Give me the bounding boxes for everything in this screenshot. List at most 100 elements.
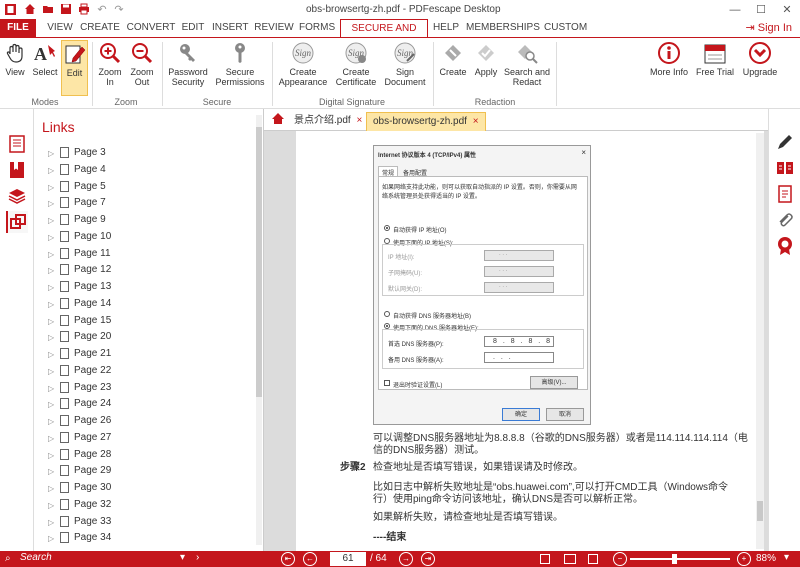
document-scrollbar[interactable] (756, 133, 764, 549)
expand-chevron-icon[interactable]: ▷ (48, 333, 54, 342)
zoom-level[interactable]: 88% (756, 553, 776, 564)
expand-chevron-icon[interactable]: ▷ (48, 149, 54, 158)
close-window-icon[interactable]: ✕ (774, 0, 800, 19)
document-scrollbar-thumb[interactable] (757, 501, 763, 521)
menu-memberships[interactable]: MEMBERSHIPS (466, 19, 540, 37)
link-item[interactable]: ▷ Page 21 (34, 346, 254, 363)
link-item[interactable]: ▷ Page 34 (34, 530, 254, 547)
print-icon[interactable] (77, 2, 91, 16)
menu-forms[interactable]: FORMS (299, 19, 335, 37)
redaction-create-button[interactable]: Create (437, 40, 469, 96)
menu-insert[interactable]: INSERT (212, 19, 249, 37)
fit-page-icon[interactable] (540, 554, 550, 564)
sign-document-button[interactable]: Sign Sign Document (382, 40, 428, 96)
sign-in-link[interactable]: ⇥ Sign In (745, 19, 792, 37)
expand-chevron-icon[interactable]: ▷ (48, 166, 54, 175)
link-item[interactable]: ▷ Page 26 (34, 413, 254, 430)
home-icon[interactable] (23, 2, 37, 16)
zoom-slider[interactable] (630, 558, 730, 560)
expand-chevron-icon[interactable]: ▷ (48, 233, 54, 242)
single-page-icon[interactable] (588, 554, 598, 564)
maximize-icon[interactable]: ☐ (748, 0, 774, 19)
expand-chevron-icon[interactable]: ▷ (48, 501, 54, 510)
expand-chevron-icon[interactable]: ▷ (48, 350, 54, 359)
zoom-slider-thumb[interactable] (672, 554, 677, 564)
search-and-redact-button[interactable]: Search and Redact (503, 40, 551, 96)
panel-scrollbar-thumb[interactable] (256, 127, 262, 397)
link-item[interactable]: ▷ Page 23 (34, 380, 254, 397)
create-appearance-button[interactable]: Sign Create Appearance (276, 40, 330, 96)
fit-width-icon[interactable] (564, 554, 576, 564)
expand-chevron-icon[interactable]: ▷ (48, 434, 54, 443)
first-page-button[interactable]: ⇤ (281, 552, 295, 566)
search-next-icon[interactable]: › (196, 552, 199, 563)
link-item[interactable]: ▷ Page 10 (34, 229, 254, 246)
certificate-badge-icon[interactable] (774, 235, 796, 257)
link-item[interactable]: ▷ Page 7 (34, 195, 254, 212)
view-mode-button[interactable]: View (2, 40, 28, 96)
expand-chevron-icon[interactable]: ▷ (48, 300, 54, 309)
link-item[interactable]: ▷ Page 30 (34, 480, 254, 497)
link-item[interactable]: ▷ Page 4 (34, 162, 254, 179)
password-security-button[interactable]: Password Security (166, 40, 210, 96)
menu-custom[interactable]: CUSTOM (544, 19, 587, 37)
menu-convert[interactable]: CONVERT (126, 19, 176, 37)
expand-chevron-icon[interactable]: ▷ (48, 183, 54, 192)
next-page-button[interactable]: → (399, 552, 413, 566)
zoom-out-button[interactable]: Zoom Out (128, 40, 156, 96)
menu-secure-and-sign[interactable]: SECURE AND SIGN (340, 19, 428, 52)
link-item[interactable]: ▷ Page 15 (34, 313, 254, 330)
expand-chevron-icon[interactable]: ▷ (48, 317, 54, 326)
expand-chevron-icon[interactable]: ▷ (48, 518, 54, 527)
select-mode-button[interactable]: A Select (30, 40, 60, 96)
link-item[interactable]: ▷ Page 32 (34, 497, 254, 514)
attachment-icon[interactable] (774, 209, 796, 231)
bookmarks-panel-icon[interactable] (6, 159, 28, 181)
link-item[interactable]: ▷ Page 29 (34, 463, 254, 480)
search-label[interactable]: Search (20, 552, 52, 563)
menu-help[interactable]: HELP (432, 19, 460, 37)
link-item[interactable]: ▷ Page 3 (34, 145, 254, 162)
expand-chevron-icon[interactable]: ▷ (48, 451, 54, 460)
open-folder-icon[interactable] (41, 2, 55, 16)
undo-icon[interactable]: ↶ (95, 2, 109, 16)
panel-scrollbar[interactable] (256, 115, 262, 545)
layers-panel-icon[interactable] (6, 185, 28, 207)
link-item[interactable]: ▷ Page 12 (34, 262, 254, 279)
menu-view[interactable]: VIEW (44, 19, 76, 37)
expand-chevron-icon[interactable]: ▷ (48, 400, 54, 409)
redo-icon[interactable]: ↷ (112, 2, 126, 16)
expand-chevron-icon[interactable]: ▷ (48, 417, 54, 426)
last-page-button[interactable]: ⇥ (421, 552, 435, 566)
pages-panel-icon[interactable] (6, 133, 28, 155)
tab-close-icon[interactable]: × (473, 116, 479, 127)
zoom-in-status-button[interactable]: + (737, 552, 751, 566)
menu-review[interactable]: REVIEW (254, 19, 294, 37)
secure-permissions-button[interactable]: Secure Permissions (214, 40, 266, 96)
expand-chevron-icon[interactable]: ▷ (48, 367, 54, 376)
link-item[interactable]: ▷ Page 9 (34, 212, 254, 229)
expand-chevron-icon[interactable]: ▷ (48, 250, 54, 259)
expand-chevron-icon[interactable]: ▷ (48, 534, 54, 543)
link-item[interactable]: ▷ Page 27 (34, 430, 254, 447)
menu-create[interactable]: CREATE (80, 19, 120, 37)
create-certificate-button[interactable]: Sign Create Certificate (332, 40, 380, 96)
previous-page-button[interactable]: ← (303, 552, 317, 566)
tab-document-1[interactable]: 景点介绍.pdf × (288, 112, 368, 131)
tab-close-icon[interactable]: × (356, 115, 362, 126)
zoom-out-status-button[interactable]: − (613, 552, 627, 566)
expand-chevron-icon[interactable]: ▷ (48, 384, 54, 393)
expand-chevron-icon[interactable]: ▷ (48, 266, 54, 275)
expand-chevron-icon[interactable]: ▷ (48, 484, 54, 493)
links-panel-icon[interactable] (6, 211, 28, 233)
tab-document-2[interactable]: obs-browsertg-zh.pdf × (366, 112, 486, 131)
more-info-button[interactable]: More Info (647, 40, 691, 96)
home-tab[interactable] (268, 112, 288, 131)
link-item[interactable]: ▷ Page 28 (34, 447, 254, 464)
zoom-in-button[interactable]: Zoom In (96, 40, 124, 96)
zoom-dropdown-icon[interactable]: ▾ (784, 552, 789, 563)
edit-mode-button[interactable]: Edit (61, 40, 88, 96)
search-dropdown-icon[interactable]: ▾ (180, 552, 185, 563)
document-properties-icon[interactable] (774, 183, 796, 205)
page-number-input[interactable]: 61 (330, 552, 366, 566)
